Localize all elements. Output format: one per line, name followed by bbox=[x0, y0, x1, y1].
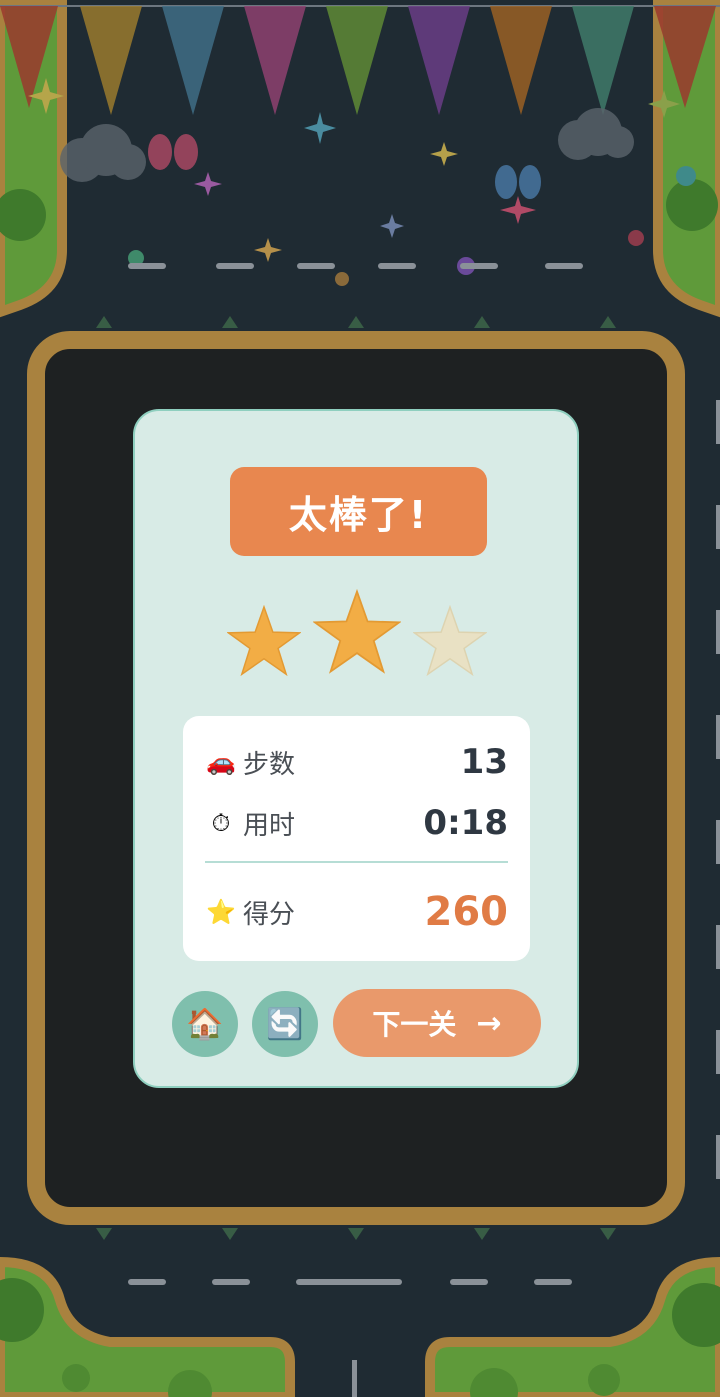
next-level-button[interactable]: 下一关 → bbox=[333, 989, 541, 1057]
stat-row-time: ⏱ 用时 0:18 bbox=[205, 801, 508, 845]
bunting-flags bbox=[0, 5, 720, 115]
road-markings-top bbox=[128, 263, 583, 269]
time-label: 用时 bbox=[243, 810, 296, 841]
parking-marks-right bbox=[716, 400, 720, 1179]
star-icon: ⭐ bbox=[206, 898, 236, 926]
bush bbox=[588, 1364, 620, 1396]
cloud bbox=[558, 108, 634, 160]
restart-icon: 🔄 bbox=[266, 1006, 304, 1042]
star-3-icon bbox=[413, 605, 487, 677]
stat-row-score: ⭐ 得分 260 bbox=[205, 889, 509, 935]
bush bbox=[62, 1364, 90, 1392]
butterfly bbox=[495, 165, 541, 199]
car-icon: 🚗 bbox=[206, 748, 236, 776]
steps-label: 步数 bbox=[243, 749, 296, 780]
level-complete-card: 太棒了! 🚗 步数 13 ⏱ 用时 0:18 ⭐ 得分 260 🏠 🔄 下一关 bbox=[133, 409, 579, 1088]
time-value: 0:18 bbox=[423, 803, 508, 843]
stopwatch-icon: ⏱ bbox=[211, 809, 231, 837]
stats-divider bbox=[205, 861, 508, 863]
home-button[interactable]: 🏠 bbox=[172, 991, 238, 1057]
cloud bbox=[60, 124, 146, 182]
next-level-label: 下一关 bbox=[372, 1008, 457, 1041]
restart-button[interactable]: 🔄 bbox=[252, 991, 318, 1057]
stat-row-steps: 🚗 步数 13 bbox=[205, 740, 508, 784]
stats-panel: 🚗 步数 13 ⏱ 用时 0:18 ⭐ 得分 260 bbox=[183, 716, 530, 961]
arrow-right-icon: → bbox=[476, 1005, 502, 1041]
score-value: 260 bbox=[424, 889, 509, 935]
score-label: 得分 bbox=[243, 899, 296, 930]
result-title: 太棒了! bbox=[230, 467, 487, 556]
house-icon: 🏠 bbox=[186, 1006, 224, 1042]
butterfly bbox=[148, 134, 198, 170]
star-2-icon bbox=[313, 589, 401, 674]
star-1-icon bbox=[227, 605, 301, 677]
steps-value: 13 bbox=[460, 742, 508, 782]
tree bbox=[666, 179, 718, 231]
